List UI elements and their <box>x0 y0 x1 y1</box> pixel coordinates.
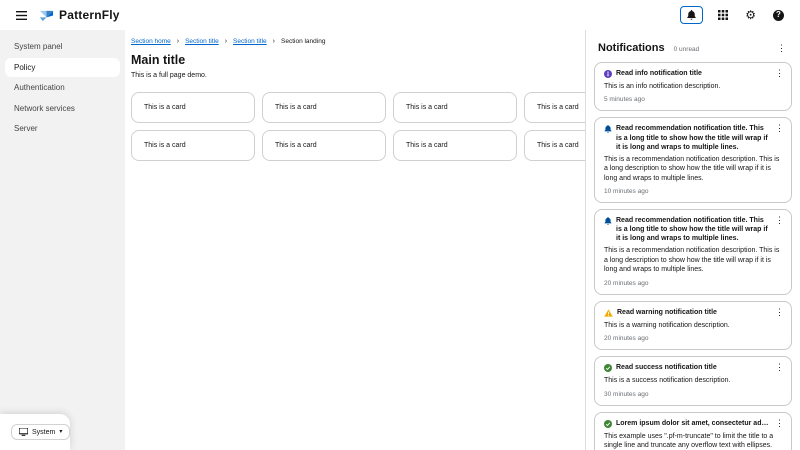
page-title: Main title <box>131 53 585 67</box>
notification-item[interactable]: Read warning notification title ⋮ This i… <box>594 301 792 350</box>
sidebar-item-authentication[interactable]: Authentication <box>5 78 120 98</box>
chevron-down-icon: ▾ <box>59 429 62 435</box>
breadcrumb: Section home › Section title › Section t… <box>131 38 585 45</box>
brand-name: PatternFly <box>59 8 120 22</box>
question-circle-icon: ? <box>773 10 784 21</box>
notification-timestamp: 30 minutes ago <box>604 391 788 398</box>
patternfly-logo-icon <box>39 8 54 23</box>
monitor-icon <box>19 428 28 436</box>
sidebar-item-system-panel[interactable]: System panel <box>5 37 120 57</box>
notification-timestamp: 20 minutes ago <box>604 335 788 342</box>
main-content: Section home › Section title › Section t… <box>125 30 585 450</box>
notification-title: Read info notification title <box>616 69 771 78</box>
info-circle-icon <box>604 70 612 78</box>
app-launcher-button[interactable] <box>716 8 730 22</box>
card-grid: This is a card This is a card This is a … <box>131 92 585 161</box>
notification-timestamp: 20 minutes ago <box>604 280 788 287</box>
chevron-right-icon: › <box>177 38 179 45</box>
breadcrumb-link-section-title-1[interactable]: Section title <box>185 38 219 45</box>
check-circle-icon <box>604 364 612 372</box>
masthead: PatternFly ⚙ ? <box>0 0 800 30</box>
notification-drawer: Notifications 0 unread ⋮ Read info notif… <box>585 30 800 450</box>
check-circle-icon <box>604 420 612 428</box>
card[interactable]: This is a card <box>393 92 517 123</box>
hamburger-icon <box>16 11 27 20</box>
context-selector-panel: System ▾ <box>0 414 70 450</box>
notification-item[interactable]: Read info notification title ⋮ This is a… <box>594 62 792 111</box>
masthead-toolbar: ⚙ ? <box>680 6 786 24</box>
breadcrumb-link-section-home[interactable]: Section home <box>131 38 171 45</box>
brand[interactable]: PatternFly <box>39 8 120 23</box>
card[interactable]: This is a card <box>524 130 585 161</box>
notification-item[interactable]: Read success notification title ⋮ This i… <box>594 356 792 405</box>
notification-kebab-button[interactable]: ⋮ <box>771 362 788 373</box>
chevron-right-icon: › <box>225 38 227 45</box>
notification-timestamp: 5 minutes ago <box>604 96 788 103</box>
notification-drawer-header: Notifications 0 unread ⋮ <box>586 30 800 62</box>
notification-description: This is an info notification description… <box>604 82 788 91</box>
notification-title: Read recommendation notification title. … <box>616 216 771 243</box>
sidebar-nav: System panel Policy Authentication Netwo… <box>0 30 125 450</box>
card[interactable]: This is a card <box>393 130 517 161</box>
breadcrumb-link-section-title-2[interactable]: Section title <box>233 38 267 45</box>
sidebar-item-policy[interactable]: Policy <box>5 58 120 78</box>
settings-button[interactable]: ⚙ <box>743 7 758 23</box>
notification-description: This is a recommendation notification de… <box>604 246 788 274</box>
unread-count: 0 unread <box>674 46 700 53</box>
notification-title: Read warning notification title <box>617 308 771 317</box>
notification-item[interactable]: Read recommendation notification title. … <box>594 117 792 203</box>
breadcrumb-current: Section landing <box>281 38 325 45</box>
card[interactable]: This is a card <box>262 92 386 123</box>
notification-item[interactable]: Read recommendation notification title. … <box>594 209 792 295</box>
drawer-kebab-button[interactable]: ⋮ <box>773 43 790 54</box>
context-selector-toggle[interactable]: System ▾ <box>11 424 70 440</box>
card[interactable]: This is a card <box>524 92 585 123</box>
sidebar-item-network-services[interactable]: Network services <box>5 99 120 119</box>
bell-icon <box>604 125 612 133</box>
page-subtitle: This is a full page demo. <box>131 72 585 79</box>
card[interactable]: This is a card <box>131 130 255 161</box>
chevron-right-icon: › <box>273 38 275 45</box>
help-button[interactable]: ? <box>771 8 786 23</box>
gear-icon: ⚙ <box>745 9 756 21</box>
notification-kebab-button[interactable]: ⋮ <box>771 123 788 134</box>
notification-kebab-button[interactable]: ⋮ <box>771 307 788 318</box>
bell-icon <box>687 10 696 20</box>
notification-kebab-button[interactable]: ⋮ <box>771 215 788 226</box>
notification-list: Read info notification title ⋮ This is a… <box>586 62 800 450</box>
card[interactable]: This is a card <box>131 92 255 123</box>
grid-icon <box>718 10 728 20</box>
sidebar-item-server[interactable]: Server <box>5 119 120 139</box>
bell-icon <box>604 217 612 225</box>
notification-description: This is a warning notification descripti… <box>604 321 788 330</box>
notification-kebab-button[interactable]: ⋮ <box>771 418 788 429</box>
nav-toggle-button[interactable] <box>14 9 29 22</box>
notifications-bell-button[interactable] <box>680 6 703 24</box>
drawer-title: Notifications <box>598 42 665 54</box>
notification-kebab-button[interactable]: ⋮ <box>771 68 788 79</box>
notification-item[interactable]: Lorem ipsum dolor sit amet, consectetur … <box>594 412 792 450</box>
notification-description: This example uses ".pf-m-truncate" to li… <box>604 432 788 450</box>
notification-title: Read success notification title <box>616 363 771 372</box>
notification-description: This is a recommendation notification de… <box>604 155 788 183</box>
notification-title: Lorem ipsum dolor sit amet, consectetur … <box>616 419 771 428</box>
notification-timestamp: 10 minutes ago <box>604 188 788 195</box>
warning-triangle-icon <box>604 309 613 317</box>
card[interactable]: This is a card <box>262 130 386 161</box>
notification-description: This is a success notification descripti… <box>604 376 788 385</box>
context-selector-label: System <box>32 429 55 436</box>
notification-title: Read recommendation notification title. … <box>616 124 771 151</box>
